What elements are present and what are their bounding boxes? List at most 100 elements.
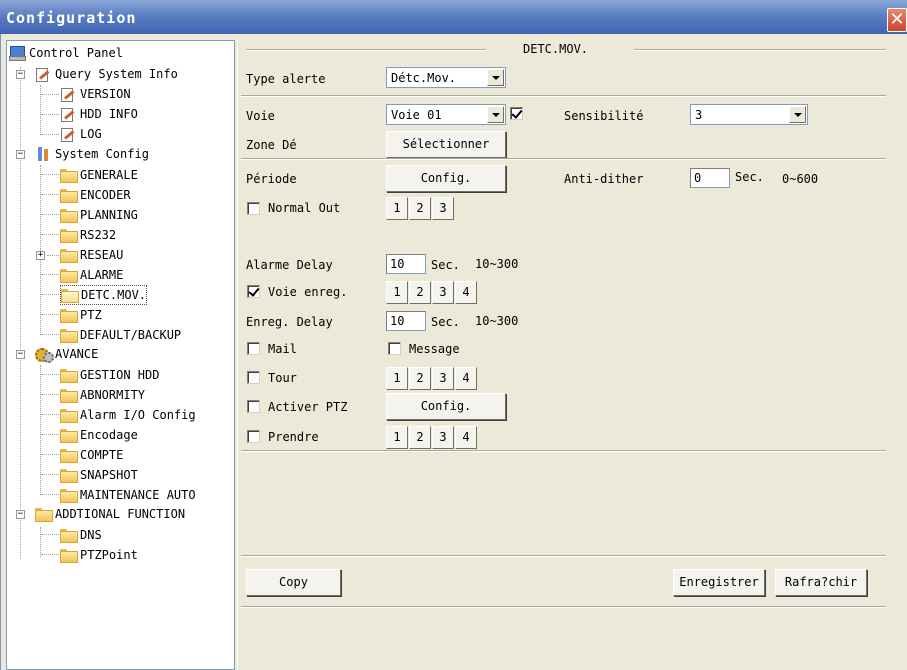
voie-enreg-checkbox[interactable] xyxy=(247,285,260,298)
tree-connector xyxy=(41,174,59,175)
tree-connector xyxy=(41,134,59,135)
voie-enreg-4[interactable]: 4 xyxy=(455,281,477,304)
tree-connector xyxy=(41,414,59,415)
tree-item-default-backup[interactable]: DEFAULT/BACKUP xyxy=(60,325,181,345)
voie-all-checkbox[interactable] xyxy=(510,107,523,120)
folder-icon xyxy=(60,429,78,443)
tree-item-gestion-hdd[interactable]: GESTION HDD xyxy=(60,365,159,385)
activer-ptz-label: Activer PTZ xyxy=(268,400,348,414)
anti-dither-range: 0~600 xyxy=(782,172,819,186)
tree-item-snapshot[interactable]: SNAPSHOT xyxy=(60,465,138,485)
tree-item-version[interactable]: VERSION xyxy=(60,84,131,104)
enreg-delay-label: Enreg. Delay xyxy=(246,315,333,329)
copy-button[interactable]: Copy xyxy=(246,569,341,596)
folder-icon xyxy=(60,369,78,383)
folder-icon xyxy=(60,469,78,483)
tree-item-alarme[interactable]: ALARME xyxy=(60,265,123,285)
collapse-toggle[interactable]: − xyxy=(16,150,25,159)
enreg-delay-input[interactable]: 10 xyxy=(386,311,426,331)
tree-item-planning[interactable]: PLANNING xyxy=(60,205,138,225)
message-checkbox[interactable] xyxy=(388,342,401,355)
navigation-tree[interactable]: Control Panel − Query System Info VERSIO… xyxy=(6,40,235,670)
tree-item-rs232[interactable]: RS232 xyxy=(60,225,116,245)
normal-out-3[interactable]: 3 xyxy=(432,197,454,220)
tree-item-ptz[interactable]: PTZ xyxy=(60,305,102,325)
folder-icon xyxy=(60,489,78,503)
edit-doc-icon xyxy=(60,127,76,142)
collapse-toggle[interactable]: − xyxy=(16,70,25,79)
tree-item-encoder[interactable]: ENCODER xyxy=(60,185,131,205)
tree-item-system-config[interactable]: System Config xyxy=(35,144,149,164)
mail-checkbox[interactable] xyxy=(247,342,260,355)
tree-item-hdd-info[interactable]: HDD INFO xyxy=(60,104,138,124)
tour-4[interactable]: 4 xyxy=(455,367,477,390)
tour-buttons: 1 2 3 4 xyxy=(386,367,478,390)
tree-item-detc-mov[interactable]: DETC.MOV. xyxy=(60,285,148,305)
normal-out-1[interactable]: 1 xyxy=(386,197,408,220)
tour-2[interactable]: 2 xyxy=(409,367,431,390)
tree-connector xyxy=(41,294,59,295)
tree-item-generale[interactable]: GENERALE xyxy=(60,165,138,185)
section-title: DETC.MOV. xyxy=(523,42,589,56)
collapse-toggle[interactable]: − xyxy=(16,350,25,359)
message-label: Message xyxy=(409,342,460,356)
prendre-1[interactable]: 1 xyxy=(386,426,408,449)
expand-toggle[interactable]: + xyxy=(36,251,45,260)
type-alerte-select[interactable]: Détc.Mov. xyxy=(386,67,506,88)
rafraichir-button[interactable]: Rafra?chir xyxy=(775,569,867,596)
tour-1[interactable]: 1 xyxy=(386,367,408,390)
periode-config-button[interactable]: Config. xyxy=(386,165,506,192)
open-folder-icon xyxy=(61,289,79,303)
tree-item-log[interactable]: LOG xyxy=(60,124,102,144)
prendre-3[interactable]: 3 xyxy=(432,426,454,449)
tree-item-ptzpoint[interactable]: PTZPoint xyxy=(60,545,138,565)
tree-item-control-panel[interactable]: Control Panel xyxy=(9,43,123,63)
selectionner-button[interactable]: Sélectionner xyxy=(386,131,506,158)
sensibilite-label: Sensibilité xyxy=(564,109,644,123)
voie-enreg-1[interactable]: 1 xyxy=(386,281,408,304)
folder-icon xyxy=(60,269,78,283)
folder-icon xyxy=(60,549,78,563)
enregistrer-button[interactable]: Enregistrer xyxy=(673,569,765,596)
folder-icon xyxy=(60,229,78,243)
sensibilite-select[interactable]: 3 xyxy=(690,104,808,125)
voie-enreg-3[interactable]: 3 xyxy=(432,281,454,304)
tree-item-maintenance-auto[interactable]: MAINTENANCE AUTO xyxy=(60,485,196,505)
activer-ptz-config-button[interactable]: Config. xyxy=(386,393,506,420)
tree-connector xyxy=(41,234,59,235)
prendre-checkbox[interactable] xyxy=(247,430,260,443)
periode-label: Période xyxy=(246,172,297,186)
normal-out-checkbox[interactable] xyxy=(247,202,260,215)
anti-dither-input[interactable]: 0 xyxy=(690,168,730,188)
folder-icon xyxy=(60,409,78,423)
tree-connector xyxy=(41,314,59,315)
tree-item-reseau[interactable]: RESEAU xyxy=(60,245,123,265)
collapse-toggle[interactable]: − xyxy=(16,510,25,519)
tree-connector xyxy=(20,67,21,559)
divider xyxy=(241,606,886,608)
prendre-4[interactable]: 4 xyxy=(455,426,477,449)
activer-ptz-checkbox[interactable] xyxy=(247,400,260,413)
tree-item-avance[interactable]: AVANCE xyxy=(35,344,98,364)
voie-select[interactable]: Voie 01 xyxy=(386,104,506,125)
folder-icon xyxy=(60,389,78,403)
folder-icon xyxy=(60,309,78,323)
tree-item-encodage[interactable]: Encodage xyxy=(60,425,138,445)
tree-item-addtional-function[interactable]: ADDTIONAL FUNCTION xyxy=(35,504,185,524)
tree-connector xyxy=(47,255,59,256)
normal-out-2[interactable]: 2 xyxy=(409,197,431,220)
prendre-2[interactable]: 2 xyxy=(409,426,431,449)
alarme-delay-input[interactable]: 10 xyxy=(386,254,426,274)
tree-item-compte[interactable]: COMPTE xyxy=(60,445,123,465)
close-button[interactable]: ✕ xyxy=(887,8,907,32)
tour-checkbox[interactable] xyxy=(247,371,260,384)
tree-item-dns[interactable]: DNS xyxy=(60,525,102,545)
tour-label: Tour xyxy=(268,371,297,385)
tour-3[interactable]: 3 xyxy=(432,367,454,390)
tree-item-abnormity[interactable]: ABNORMITY xyxy=(60,385,145,405)
voie-enreg-2[interactable]: 2 xyxy=(409,281,431,304)
tree-item-alarm-io-config[interactable]: Alarm I/O Config xyxy=(60,405,196,425)
tree-connector xyxy=(40,365,41,495)
title-bar: Configuration ✕ xyxy=(0,0,907,34)
tree-item-query-system-info[interactable]: Query System Info xyxy=(35,64,178,84)
